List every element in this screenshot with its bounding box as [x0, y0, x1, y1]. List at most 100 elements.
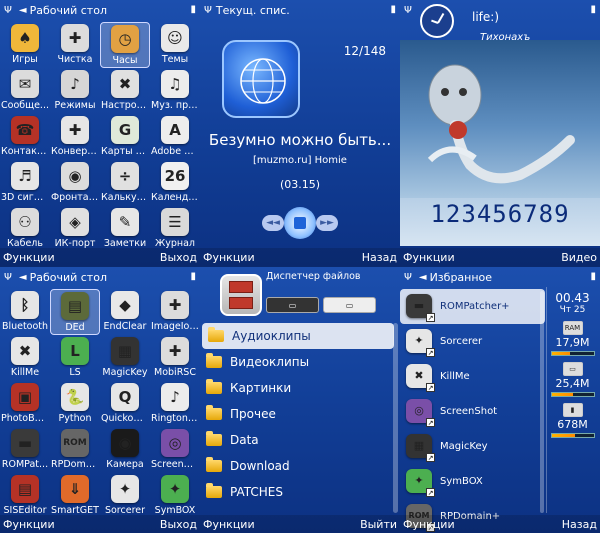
options-softkey[interactable]: Функции — [3, 518, 55, 531]
arrow-left-icon[interactable]: ◄ — [19, 272, 27, 283]
forward-button[interactable]: ►► — [316, 215, 338, 231]
favorite-item[interactable]: ▬ ↗ ROMPatcher+ — [400, 289, 545, 324]
app-item[interactable]: ▤ SISEditor — [0, 473, 50, 519]
camera-icon: ◉ — [61, 162, 89, 190]
app-label: KillMe — [10, 367, 40, 378]
app-item[interactable]: ♫ Муз. про... — [150, 68, 200, 114]
battery-icon: ▮ — [590, 4, 596, 15]
stop-button[interactable] — [284, 207, 316, 239]
app-item[interactable]: ✖ KillMe — [0, 335, 50, 381]
softkeys: Функции Видео — [400, 248, 600, 266]
folder-item[interactable]: Download — [200, 453, 400, 479]
options-softkey[interactable]: Функции — [403, 518, 455, 531]
app-item[interactable]: ♪ Режимы — [50, 68, 100, 114]
app-item[interactable]: ✎ Заметки — [100, 206, 150, 252]
favorite-item[interactable]: ▦ ↗ MagicKey — [400, 429, 545, 464]
app-item[interactable]: A Adobe Re... — [150, 114, 200, 160]
app-label: ScreenShot — [151, 459, 199, 470]
app-item[interactable]: ◆ EndClear — [100, 289, 150, 335]
favorite-item[interactable]: ◎ ↗ ScreenShot — [400, 394, 545, 429]
options-softkey[interactable]: Функции — [3, 251, 55, 264]
rpdomain-icon: ROM — [61, 429, 89, 457]
app-item[interactable]: Q Quickoffice — [100, 381, 150, 427]
app-item[interactable]: ☺ Темы — [150, 22, 200, 68]
battery-icon: ▮ — [190, 271, 196, 282]
app-item[interactable]: ⇓ SmartGET — [50, 473, 100, 519]
tab-phone-memory[interactable]: ▭ — [266, 297, 319, 313]
app-item[interactable]: ✚ MobiRSC — [150, 335, 200, 381]
themes-icon: ☺ — [161, 24, 189, 52]
favorite-item[interactable]: ✦ ↗ SymBOX — [400, 464, 545, 499]
app-item[interactable]: G Карты G... — [100, 114, 150, 160]
analog-clock[interactable] — [420, 4, 454, 38]
app-item[interactable]: 🐍 Python — [50, 381, 100, 427]
signature-text: Тихонахъ — [480, 32, 531, 43]
app-item[interactable]: ◉ Фронтал... — [50, 160, 100, 206]
disk2-bar — [550, 433, 595, 438]
app-item[interactable]: ♪ Ringtone... — [150, 381, 200, 427]
app-item[interactable]: ⚇ Кабель — [0, 206, 50, 252]
softkeys: Функции Назад — [400, 515, 600, 533]
exit-softkey[interactable]: Выход — [160, 251, 197, 264]
video-softkey[interactable]: Видео — [561, 251, 597, 264]
signal-icon: Ψ — [4, 4, 12, 16]
back-softkey[interactable]: Назад — [362, 251, 397, 264]
folder-item[interactable]: Видеоклипы — [200, 349, 400, 375]
arrow-left-icon[interactable]: ◄ — [419, 272, 427, 283]
app-item[interactable]: ✦ Sorcerer — [100, 473, 150, 519]
memory-card-icon: ▮ — [562, 403, 583, 417]
scrollbar[interactable] — [540, 291, 544, 513]
tab-memory-card[interactable]: ▭ — [323, 297, 376, 313]
wallpaper-image — [400, 40, 600, 198]
app-item[interactable]: ROM RPDomain+ — [50, 427, 100, 473]
app-item[interactable]: ✦ SymBOX — [150, 473, 200, 519]
folder-item[interactable]: PATCHES — [200, 479, 400, 505]
folder-item[interactable]: Прочее — [200, 401, 400, 427]
shortcut-icon: ↗ — [426, 348, 435, 357]
favorite-item[interactable]: ✦ ↗ Sorcerer — [400, 324, 545, 359]
ram-icon: RAM — [562, 321, 583, 335]
app-item[interactable]: ♠ Игры — [0, 22, 50, 68]
app-item[interactable]: ✚ Конвертер — [50, 114, 100, 160]
maps-icon: G — [111, 116, 139, 144]
app-item[interactable]: ☎ Контакты — [0, 114, 50, 160]
app-item[interactable]: ♬ 3D сигн... — [0, 160, 50, 206]
exit-softkey[interactable]: Выход — [160, 518, 197, 531]
arrow-left-icon[interactable]: ◄ — [19, 5, 27, 16]
app-item[interactable]: ◈ ИК-порт — [50, 206, 100, 252]
scrollbar[interactable] — [393, 323, 398, 513]
folder-item[interactable]: Аудиоклипы — [202, 323, 394, 349]
app-item[interactable]: L LS — [50, 335, 100, 381]
app-item[interactable]: ◷ Часы — [100, 22, 150, 68]
home-screen-panel: Ψ ▮ life:) Тихонахъ 123456789 Функции Ви… — [400, 0, 600, 266]
app-item[interactable]: ▦ MagicKey — [100, 335, 150, 381]
app-item[interactable]: ▣ PhotoBo... — [0, 381, 50, 427]
rewind-button[interactable]: ◄◄ — [262, 215, 284, 231]
back-softkey[interactable]: Назад — [562, 518, 597, 531]
app-item[interactable]: ◉ Камера — [100, 427, 150, 473]
app-item[interactable]: ◎ ScreenShot — [150, 427, 200, 473]
rompatcher-icon: ▬ — [11, 429, 39, 457]
app-item[interactable]: 26 Календарь — [150, 160, 200, 206]
exit-softkey[interactable]: Выйти — [360, 518, 397, 531]
app-item[interactable]: ✖ Настройки — [100, 68, 150, 114]
app-item[interactable]: ▬ ROMPat... — [0, 427, 50, 473]
app-item[interactable]: ✚ ImageIon... — [150, 289, 200, 335]
folder-icon — [206, 483, 222, 498]
app-item[interactable]: ✚ Чистка — [50, 22, 100, 68]
battery-icon: ▮ — [390, 4, 396, 15]
options-softkey[interactable]: Функции — [203, 518, 255, 531]
folder-label: Картинки — [230, 381, 292, 395]
options-softkey[interactable]: Функции — [403, 251, 455, 264]
app-item[interactable]: ☰ Журнал — [150, 206, 200, 252]
folder-item[interactable]: Картинки — [200, 375, 400, 401]
options-softkey[interactable]: Функции — [203, 251, 255, 264]
app-item[interactable]: ÷ Калькуля... — [100, 160, 150, 206]
app-item[interactable]: ✉ Сообще... — [0, 68, 50, 114]
favorite-item[interactable]: ✖ ↗ KillMe — [400, 359, 545, 394]
app-item[interactable]: ᛒ Bluetooth — [0, 289, 50, 335]
memory-card-icon: ▭ — [562, 362, 583, 376]
app-item[interactable]: ▤ DEd — [50, 289, 100, 335]
shortcut-icon: ↗ — [426, 383, 435, 392]
folder-item[interactable]: Data — [200, 427, 400, 453]
